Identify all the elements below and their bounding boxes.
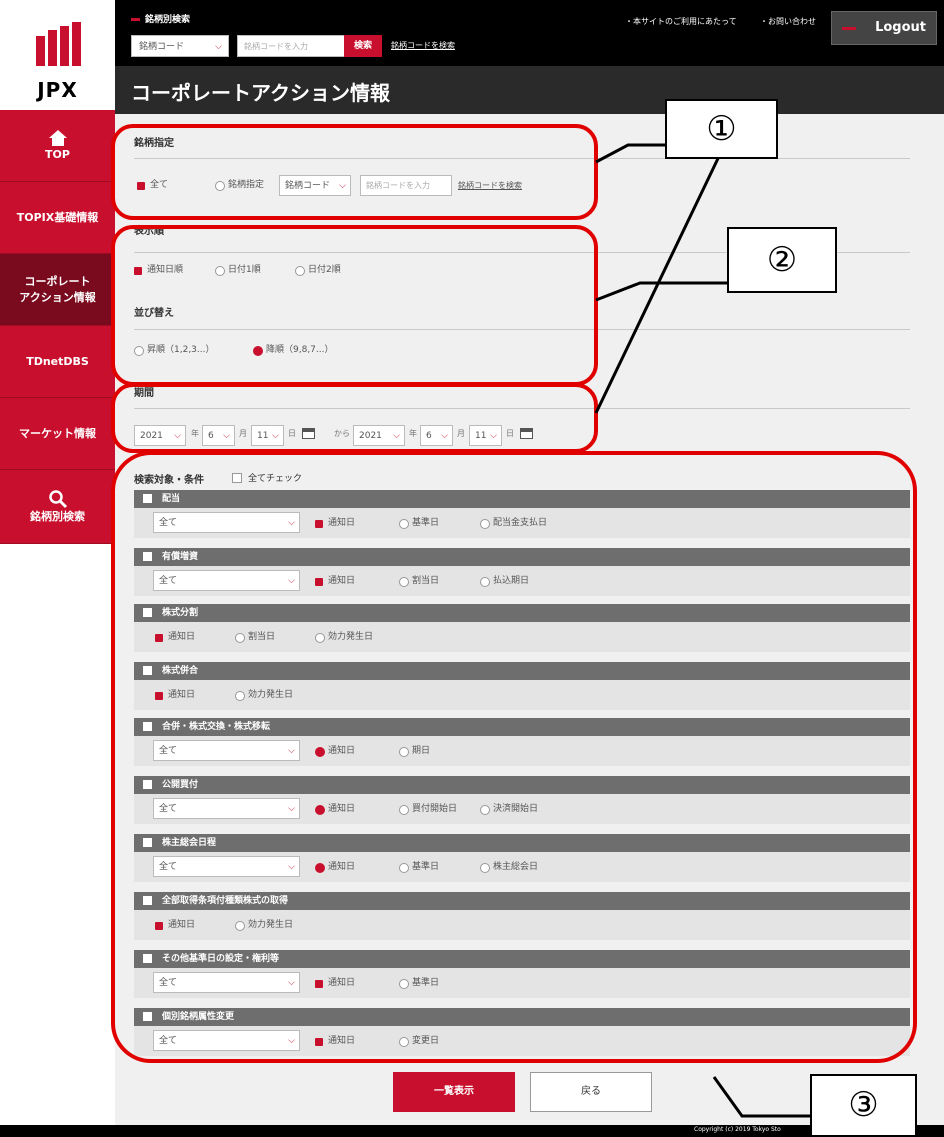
- annotation-label-3: ③: [810, 1074, 917, 1137]
- annotation-label-1: ①: [665, 99, 778, 159]
- annotation-label-2: ②: [727, 227, 837, 293]
- annotation-lines: [594, 143, 815, 1118]
- page-root: { "logo": {"text": "JPX"}, "sidebar": { …: [0, 0, 944, 1137]
